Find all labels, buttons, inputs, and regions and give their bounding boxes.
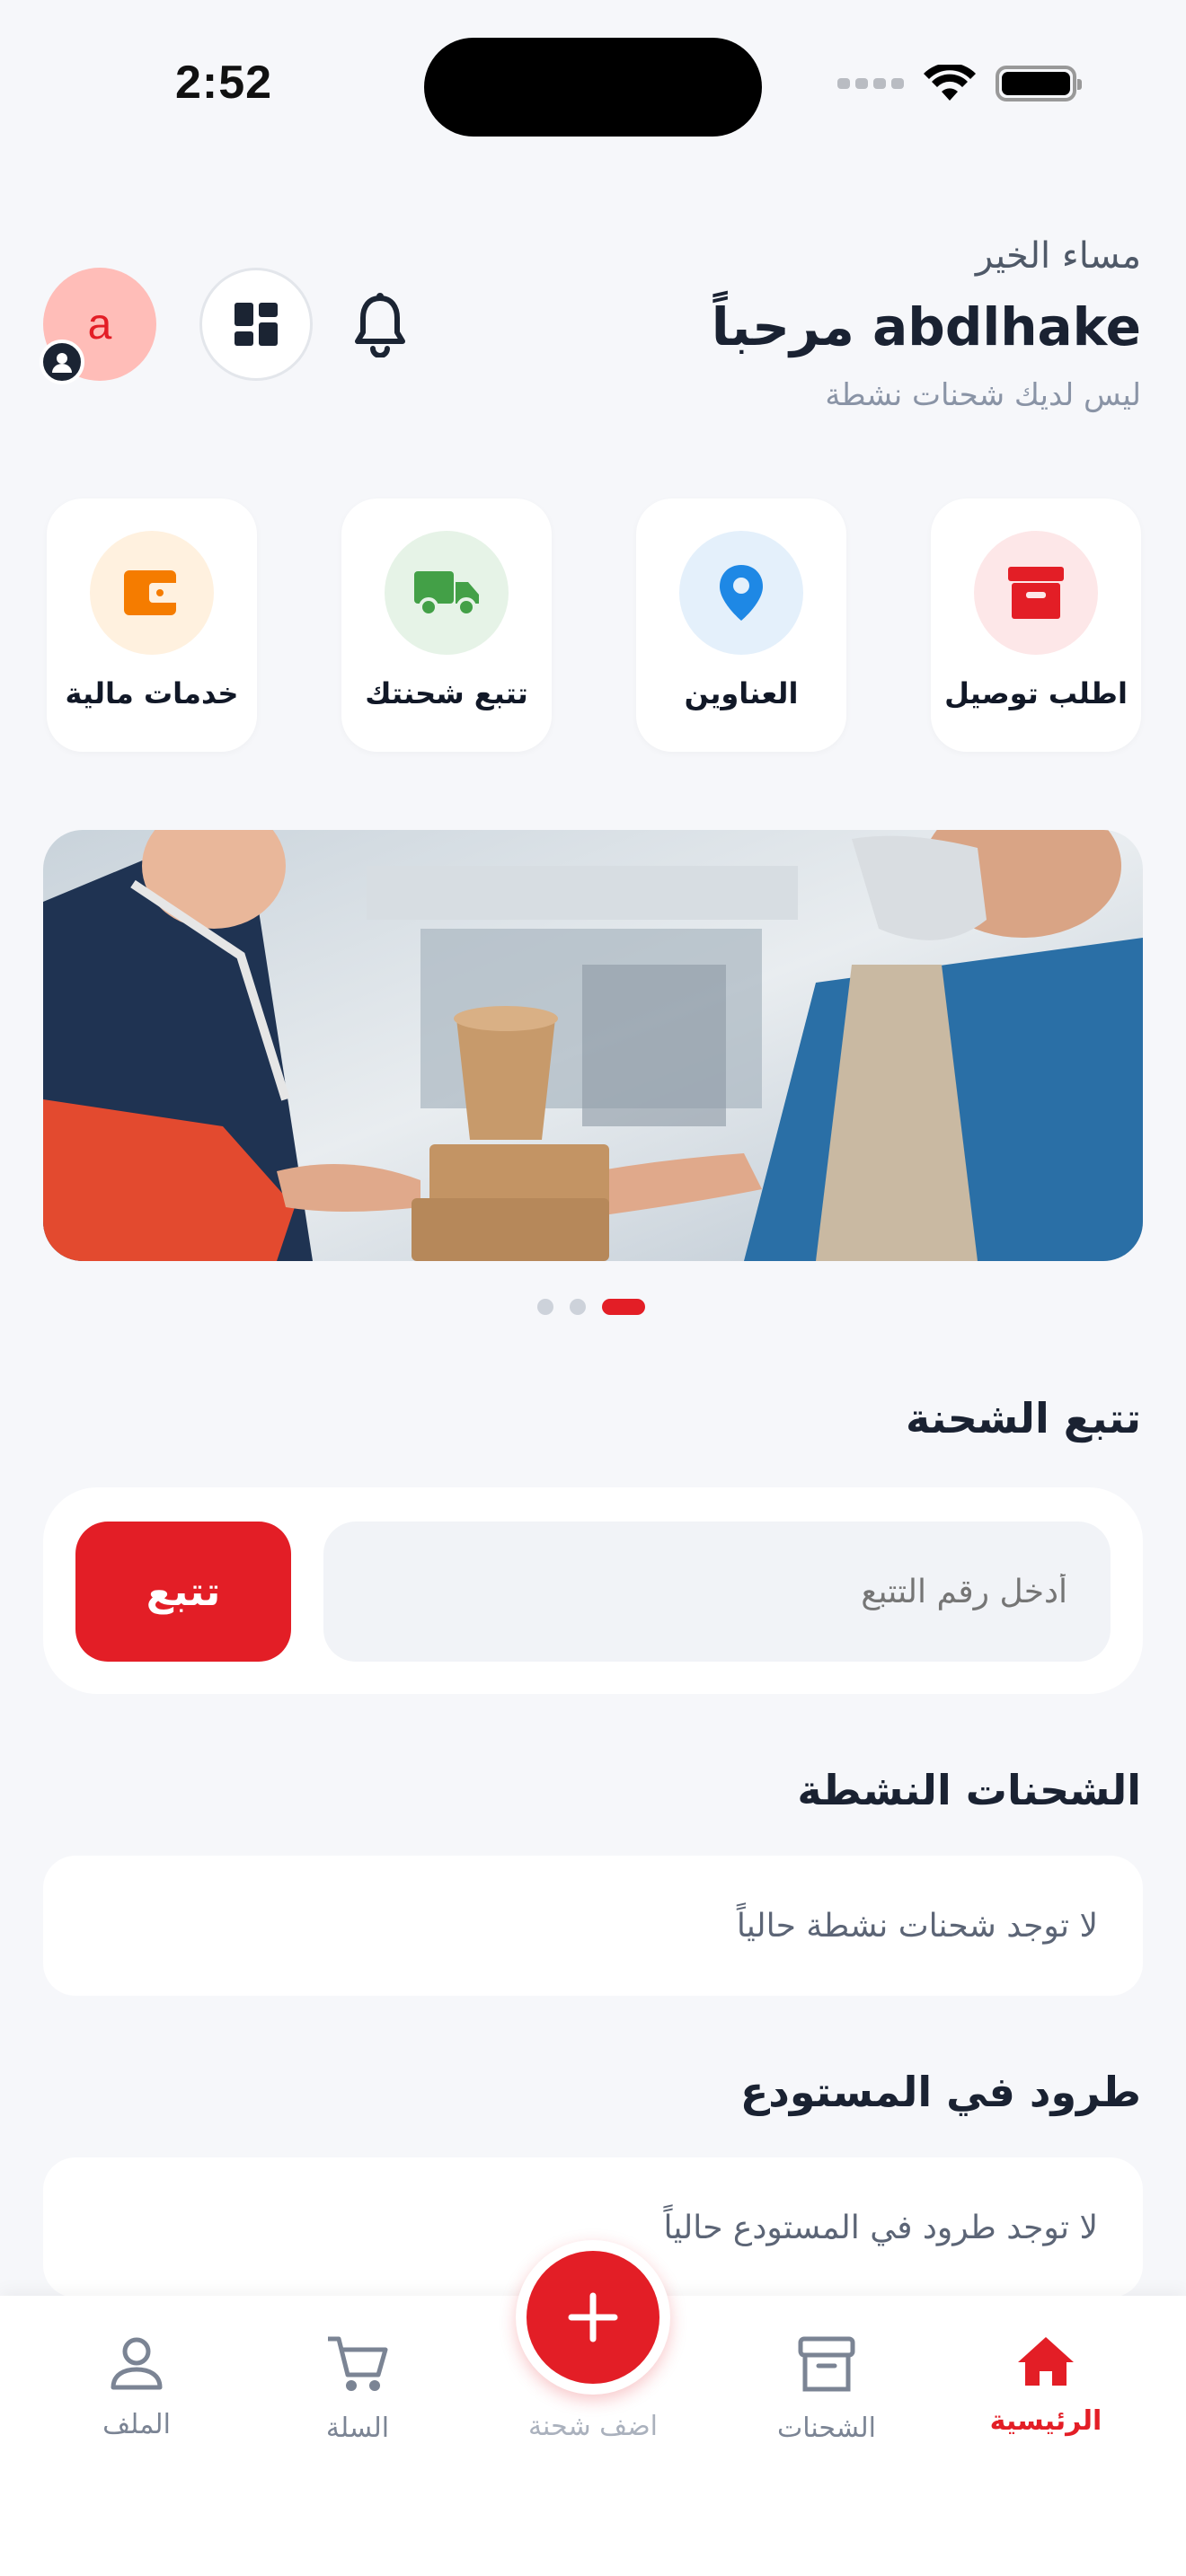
add-shipment-button[interactable] <box>516 2240 670 2395</box>
quick-action-label: تتبع شحنتك <box>365 676 528 710</box>
shipments-status-subtitle: ليس لديك شحنات نشطة <box>825 377 1141 413</box>
quick-action-label: العناوين <box>684 676 799 710</box>
user-icon <box>111 2337 163 2390</box>
quick-action-request-delivery[interactable]: اطلب توصيل <box>931 498 1141 752</box>
wallet-icon <box>90 531 214 655</box>
quick-action-label: اطلب توصيل <box>944 676 1128 710</box>
nav-label: الرئيسية <box>989 2405 1102 2437</box>
add-shipment-label[interactable]: اضف شحنة <box>503 2411 683 2442</box>
add-shipment-fab[interactable] <box>527 2251 659 2384</box>
location-pin-icon <box>679 531 803 655</box>
plus-icon <box>568 2292 618 2342</box>
battery-icon <box>996 66 1082 101</box>
tracking-number-input[interactable] <box>323 1522 1111 1662</box>
status-icons <box>837 65 1082 102</box>
archive-box-icon <box>798 2336 855 2392</box>
pagination-dot-active[interactable] <box>602 1299 645 1315</box>
track-shipment-title: تتبع الشحنة <box>906 1394 1141 1442</box>
quick-action-financial-services[interactable]: خدمات مالية <box>47 498 257 752</box>
home-icon <box>1018 2337 1074 2386</box>
promo-banner-image[interactable] <box>43 830 1143 1261</box>
welcome-title: مرحباً abdlhake <box>711 296 1141 357</box>
home-indicator <box>395 2542 791 2554</box>
dynamic-island <box>424 38 762 137</box>
dashboard-grid-icon <box>235 303 278 346</box>
cart-icon <box>328 2336 388 2391</box>
bottom-navigation: الرئيسية الشحنات اضف شحنة السلة الملف <box>0 2240 1186 2576</box>
nav-item-shipments[interactable]: الشحنات <box>737 2335 916 2444</box>
notifications-button[interactable] <box>349 289 412 361</box>
nav-item-cart[interactable]: السلة <box>268 2335 447 2444</box>
user-badge-icon <box>40 340 84 384</box>
tracking-card: تتبع <box>43 1487 1143 1694</box>
nav-item-home[interactable]: الرئيسية <box>956 2335 1136 2437</box>
dashboard-button[interactable] <box>199 268 313 381</box>
truck-icon <box>385 531 509 655</box>
wifi-icon <box>924 65 976 101</box>
courier-handover-illustration <box>43 830 1143 1261</box>
banner-pagination <box>537 1299 645 1315</box>
greeting-text: مساء الخير <box>975 235 1141 277</box>
status-time: 2:52 <box>175 57 273 109</box>
nav-label: الملف <box>102 2409 171 2440</box>
pagination-dot[interactable] <box>570 1299 586 1315</box>
avatar[interactable]: a <box>40 268 156 384</box>
track-button[interactable]: تتبع <box>75 1522 291 1662</box>
nav-label: الشحنات <box>776 2413 877 2444</box>
bell-icon <box>355 293 405 357</box>
active-shipments-title: الشحنات النشطة <box>797 1766 1141 1814</box>
avatar-letter: a <box>87 300 112 348</box>
quick-action-track-shipment[interactable]: تتبع شحنتك <box>341 498 552 752</box>
box-icon <box>974 531 1098 655</box>
pagination-dot[interactable] <box>537 1299 553 1315</box>
nav-label: السلة <box>325 2413 390 2444</box>
quick-action-addresses[interactable]: العناوين <box>636 498 846 752</box>
nav-item-profile[interactable]: الملف <box>47 2335 226 2440</box>
quick-action-label: خدمات مالية <box>65 676 239 710</box>
active-shipments-empty-state: لا توجد شحنات نشطة حالياً <box>43 1856 1143 1996</box>
cellular-signal-icon <box>837 78 904 89</box>
warehouse-parcels-title: طرود في المستودع <box>739 2068 1141 2116</box>
